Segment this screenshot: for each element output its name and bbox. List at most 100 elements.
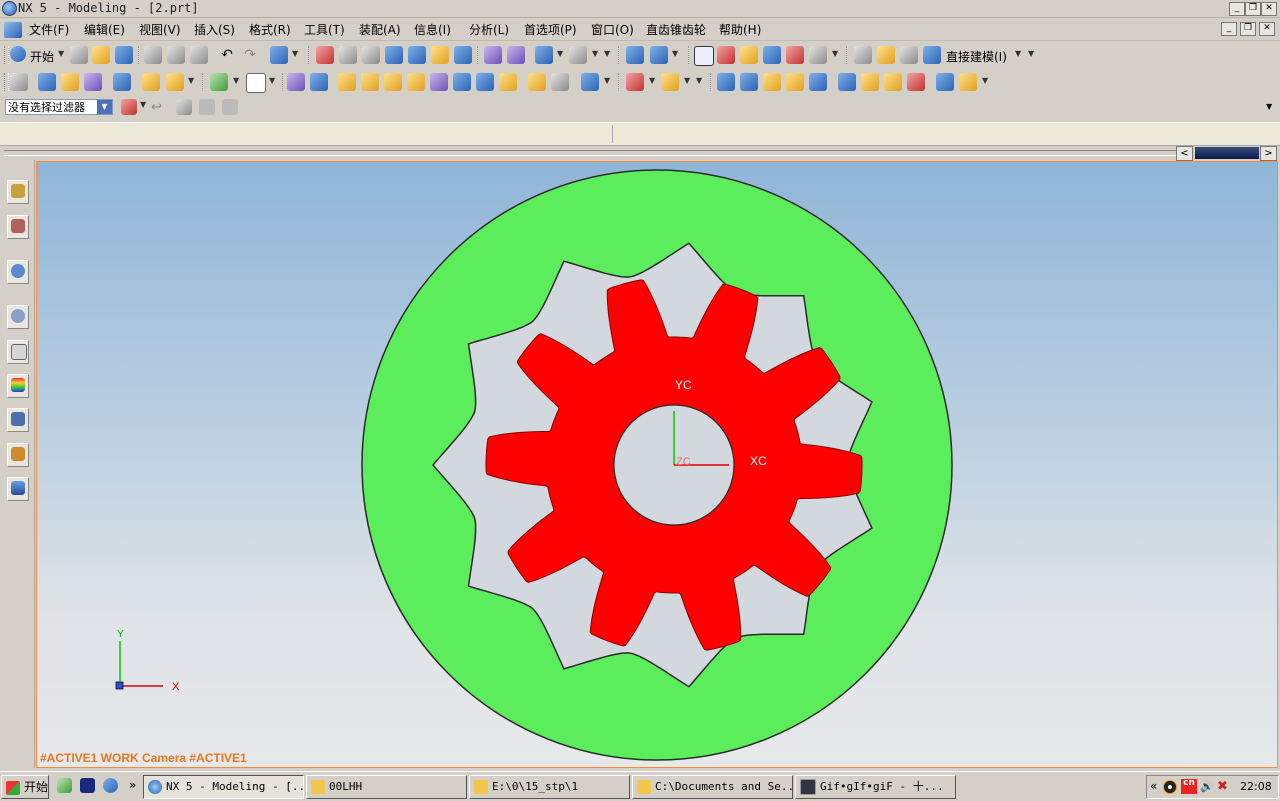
scroll-right-button[interactable]: > bbox=[1260, 146, 1277, 161]
task-nx-modeling[interactable]: NX 5 - Modeling - [... bbox=[143, 775, 304, 799]
pattern-icon[interactable] bbox=[581, 73, 599, 91]
quicklaunch-nx-icon[interactable] bbox=[80, 778, 95, 793]
quicklaunch-browser-icon[interactable] bbox=[103, 778, 118, 793]
datum-axis-icon[interactable] bbox=[61, 73, 79, 91]
chamfer-icon[interactable] bbox=[528, 73, 546, 91]
quicklaunch-app-icon[interactable] bbox=[57, 778, 72, 793]
doc-restore-button[interactable]: ❐ bbox=[1240, 22, 1256, 36]
restore-view-icon[interactable] bbox=[507, 46, 525, 64]
cylinder-dropdown-icon[interactable]: ▼ bbox=[269, 72, 275, 90]
task-gif-app[interactable]: Gif•gIf•giF - 十... bbox=[795, 775, 956, 799]
selection-filter-dropdown[interactable]: 没有选择过滤器 ▼ bbox=[5, 99, 113, 115]
restore-button[interactable]: ❐ bbox=[1245, 2, 1261, 16]
start-button[interactable]: 开始 bbox=[1, 775, 49, 799]
toolbar-options-icon[interactable]: ▼ bbox=[604, 45, 610, 63]
direct-modeling-dropdown-icon[interactable]: ▼ bbox=[1015, 45, 1021, 63]
feature-select-icon[interactable] bbox=[199, 99, 215, 115]
material-icon[interactable] bbox=[959, 73, 977, 91]
block-dropdown-icon[interactable]: ▼ bbox=[233, 72, 239, 90]
selection-bar-options-icon[interactable]: ▼ bbox=[1266, 102, 1272, 111]
spline-icon[interactable] bbox=[884, 73, 902, 91]
document-icon[interactable] bbox=[4, 22, 22, 38]
menu-help[interactable]: 帮助(H) bbox=[719, 21, 761, 38]
undo-icon[interactable]: ↶ bbox=[218, 46, 236, 64]
system-visualization-tab[interactable] bbox=[7, 477, 29, 501]
wcs-icon[interactable] bbox=[650, 46, 668, 64]
menu-window[interactable]: 窗口(O) bbox=[591, 21, 634, 38]
graphics-window[interactable]: YC XC ZC Y X bbox=[36, 161, 1278, 768]
chevron-down-icon[interactable]: ▼ bbox=[97, 100, 112, 114]
point-icon[interactable] bbox=[113, 73, 131, 91]
nx-app-icon[interactable] bbox=[2, 1, 17, 16]
rendering-style-icon[interactable] bbox=[535, 46, 553, 64]
toolbar-options-4-icon[interactable]: ▼ bbox=[982, 72, 988, 90]
doc-minimize-button[interactable]: _ bbox=[1221, 22, 1237, 36]
sew-icon[interactable] bbox=[809, 73, 827, 91]
menu-assembly[interactable]: 装配(A) bbox=[359, 21, 401, 38]
rendering-dropdown-icon[interactable]: ▼ bbox=[557, 45, 563, 63]
datum-csys-icon[interactable] bbox=[84, 73, 102, 91]
cylinder-icon[interactable] bbox=[246, 73, 266, 93]
shell-icon[interactable] bbox=[551, 73, 569, 91]
trim-body-icon[interactable] bbox=[626, 73, 644, 91]
view-orientation-dropdown-icon[interactable]: ▼ bbox=[592, 45, 598, 63]
doc-close-button[interactable]: ✕ bbox=[1259, 22, 1275, 36]
close-button[interactable]: ✕ bbox=[1261, 2, 1277, 16]
redo-icon[interactable]: ↷ bbox=[241, 46, 259, 64]
snap-view-icon[interactable] bbox=[484, 46, 502, 64]
menu-bevel-gear[interactable]: 直齿锥齿轮 bbox=[646, 21, 706, 38]
toolbar-options-2-icon[interactable]: ▼ bbox=[1028, 45, 1034, 63]
select-curve-icon[interactable] bbox=[694, 46, 714, 66]
offset-surface-icon[interactable] bbox=[786, 73, 804, 91]
end-point-icon[interactable] bbox=[740, 46, 758, 64]
extrude-icon[interactable] bbox=[142, 73, 160, 91]
copy-icon[interactable] bbox=[167, 46, 185, 64]
menu-format[interactable]: 格式(R) bbox=[249, 21, 291, 38]
block-icon[interactable] bbox=[210, 73, 228, 91]
menu-tools[interactable]: 工具(T) bbox=[304, 21, 345, 38]
start-menu-button[interactable]: 开始 bbox=[30, 48, 54, 65]
project-curve-icon[interactable] bbox=[907, 73, 925, 91]
trim-dropdown-icon[interactable]: ▼ bbox=[649, 72, 655, 90]
datum-plane-icon[interactable] bbox=[38, 73, 56, 91]
slot-icon[interactable] bbox=[430, 73, 448, 91]
pocket-icon[interactable] bbox=[384, 73, 402, 91]
boss-icon[interactable] bbox=[361, 73, 379, 91]
move-face-icon[interactable] bbox=[900, 46, 918, 64]
pan-icon[interactable] bbox=[362, 46, 380, 64]
task-folder-documents[interactable]: C:\Documents and Se... bbox=[632, 775, 793, 799]
line-icon[interactable] bbox=[838, 73, 856, 91]
measure-distance-icon[interactable] bbox=[854, 46, 872, 64]
mid-point-icon[interactable] bbox=[763, 46, 781, 64]
minimize-button[interactable]: _ bbox=[1229, 2, 1245, 16]
network-icon[interactable]: ✖ bbox=[1217, 780, 1231, 794]
perspective-icon[interactable] bbox=[431, 46, 449, 64]
new-file-icon[interactable] bbox=[70, 46, 88, 64]
repeat-command-icon[interactable] bbox=[270, 46, 288, 64]
part-navigator-tab[interactable] bbox=[7, 215, 29, 239]
rotate-icon[interactable] bbox=[408, 46, 426, 64]
view-orientation-icon[interactable] bbox=[569, 46, 587, 64]
qq-icon[interactable] bbox=[1163, 780, 1177, 794]
pad-icon[interactable] bbox=[407, 73, 425, 91]
open-folder-icon[interactable] bbox=[92, 46, 110, 64]
mirror-dropdown-icon[interactable]: ▼ bbox=[684, 72, 690, 90]
edge-blend-icon[interactable] bbox=[499, 73, 517, 91]
revolve-icon[interactable] bbox=[166, 73, 184, 91]
control-point-icon[interactable] bbox=[786, 46, 804, 64]
sketch-icon[interactable] bbox=[626, 46, 644, 64]
menu-preferences[interactable]: 首选项(P) bbox=[524, 21, 577, 38]
zoom-window-icon[interactable] bbox=[339, 46, 357, 64]
direct-modeling-icon[interactable] bbox=[923, 46, 941, 64]
orient-view-icon[interactable] bbox=[454, 46, 472, 64]
select-all-icon[interactable] bbox=[176, 99, 192, 115]
cut-icon[interactable] bbox=[144, 46, 162, 64]
toolbar-grip-2[interactable] bbox=[4, 73, 9, 91]
arc-icon[interactable] bbox=[861, 73, 879, 91]
selection-scope-icon[interactable] bbox=[121, 99, 137, 115]
scroll-thumb[interactable] bbox=[1195, 147, 1259, 159]
revolve-dropdown-icon[interactable]: ▼ bbox=[188, 72, 194, 90]
task-folder-00lhh[interactable]: 00LHH bbox=[306, 775, 467, 799]
general-selection-icon[interactable]: ↩ bbox=[151, 100, 167, 115]
part-navigator-icon[interactable] bbox=[10, 73, 28, 91]
